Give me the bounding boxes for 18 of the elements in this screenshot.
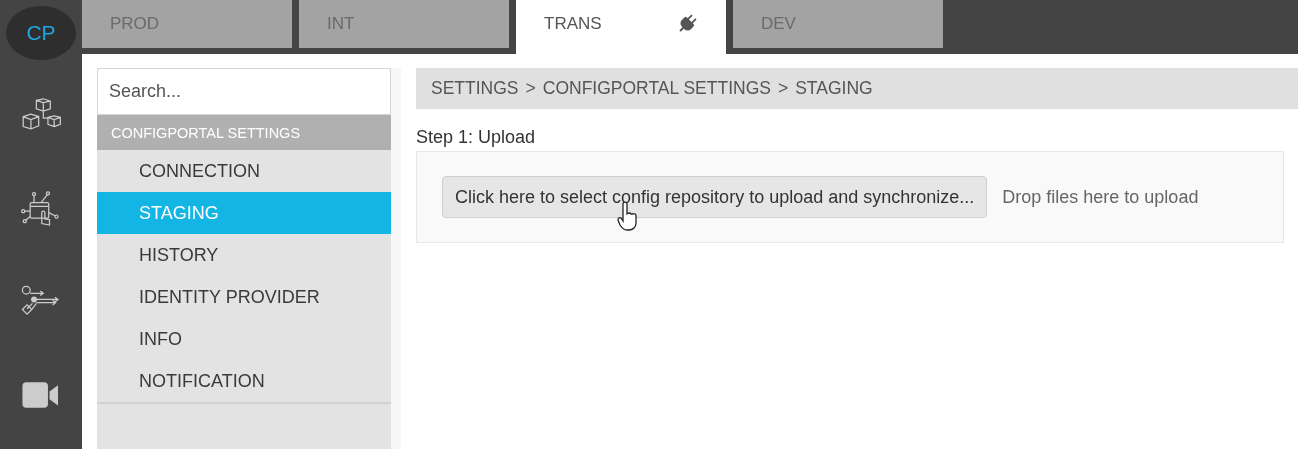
search-field[interactable]: Search... (97, 68, 391, 115)
sidebar-item[interactable]: NOTIFICATION (97, 360, 391, 402)
breadcrumb-item[interactable]: STAGING (795, 78, 873, 99)
breadcrumb-separator: > (525, 78, 536, 99)
logo[interactable]: CP (6, 6, 76, 61)
breadcrumb-item[interactable]: CONFIGPORTAL SETTINGS (542, 78, 771, 99)
drop-zone[interactable]: Click here to select config repository to upload and synchronize... Drop files here to upload (416, 151, 1284, 243)
sidebar-item[interactable]: IDENTITY PROVIDER (97, 276, 391, 318)
breadcrumb-separator: > (777, 78, 789, 99)
step-title: Step 1: Upload (416, 127, 537, 148)
drop-hint: Drop files here to upload (1002, 186, 1199, 208)
select-files-button[interactable]: Click here to select config repository to upload and synchronize... (442, 176, 988, 218)
sidebar-item[interactable]: CONNECTION (97, 150, 391, 192)
sidebar-item[interactable]: HISTORY (97, 234, 391, 276)
breadcrumb-item[interactable]: SETTINGS (431, 78, 519, 99)
sidebar-item[interactable]: INFO (97, 318, 391, 360)
environment-tab[interactable]: TRANS (516, 0, 726, 54)
section-header: CONFIGPORTAL SETTINGS (97, 115, 391, 150)
